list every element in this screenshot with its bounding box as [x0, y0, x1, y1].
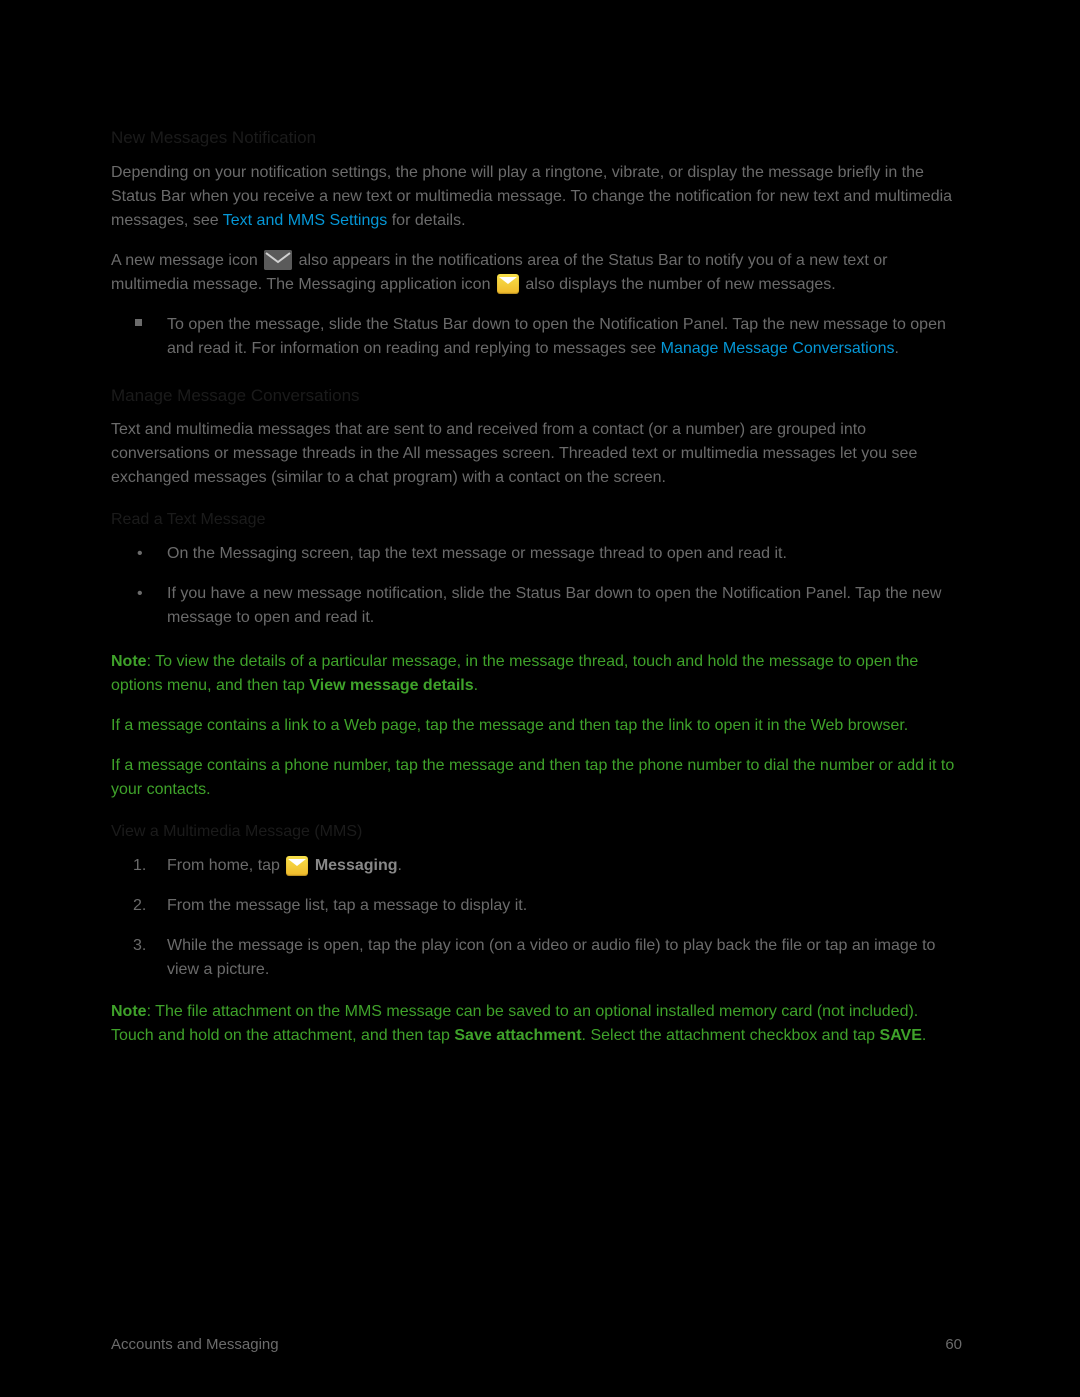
page-footer: Accounts and Messaging 60 — [111, 1336, 962, 1353]
bold-text: Messaging — [315, 857, 398, 874]
text: for details. — [387, 212, 465, 229]
link-manage-conversations[interactable]: Manage Message Conversations — [661, 340, 895, 357]
new-message-icon — [264, 250, 292, 270]
page-body: New Messages Notification Depending on y… — [0, 0, 1080, 1048]
text: . — [474, 677, 478, 694]
numbered-list: From home, tap Messaging. From the messa… — [111, 854, 962, 982]
note-paragraph: If a message contains a link to a Web pa… — [111, 714, 962, 738]
paragraph: A new message icon also appears in the n… — [111, 249, 962, 297]
heading-new-messages: New Messages Notification — [111, 125, 962, 151]
list-item: If you have a new message notification, … — [167, 582, 962, 630]
paragraph: Text and multimedia messages that are se… — [111, 418, 962, 490]
link-text-mms-settings[interactable]: Text and MMS Settings — [223, 212, 388, 229]
subheading-read-text: Read a Text Message — [111, 508, 962, 532]
bold-text: Save attachment — [454, 1027, 581, 1044]
bold-text: View message details — [309, 677, 473, 694]
bullet-list-round: On the Messaging screen, tap the text me… — [111, 542, 962, 630]
note-paragraph: Note: To view the details of a particula… — [111, 650, 962, 698]
text: A new message icon — [111, 252, 262, 269]
subheading-view-mms: View a Multimedia Message (MMS) — [111, 820, 962, 844]
text: : To view the details of a particular me… — [111, 653, 918, 694]
note-paragraph: If a message contains a phone number, ta… — [111, 754, 962, 802]
list-item: From home, tap Messaging. — [167, 854, 962, 878]
text: From home, tap — [167, 857, 284, 874]
footer-page-number: 60 — [945, 1336, 962, 1353]
text: also displays the number of new messages… — [525, 276, 835, 293]
text: . Select the attachment checkbox and tap — [582, 1027, 880, 1044]
note-label: Note — [111, 653, 147, 670]
list-item: On the Messaging screen, tap the text me… — [167, 542, 962, 566]
list-item: From the message list, tap a message to … — [167, 894, 962, 918]
bullet-list-square: To open the message, slide the Status Ba… — [111, 313, 962, 361]
footer-section-name: Accounts and Messaging — [111, 1336, 279, 1353]
messaging-app-icon — [497, 274, 519, 294]
list-item: To open the message, slide the Status Ba… — [167, 313, 962, 361]
note-paragraph: Note: The file attachment on the MMS mes… — [111, 1000, 962, 1048]
messaging-app-icon — [286, 856, 308, 876]
heading-manage-conversations: Manage Message Conversations — [111, 383, 962, 409]
text: . — [922, 1027, 926, 1044]
note-label: Note — [111, 1003, 147, 1020]
list-item: While the message is open, tap the play … — [167, 934, 962, 982]
text: . — [398, 857, 402, 874]
text: . — [895, 340, 899, 357]
paragraph: Depending on your notification settings,… — [111, 161, 962, 233]
bold-text: SAVE — [880, 1027, 922, 1044]
